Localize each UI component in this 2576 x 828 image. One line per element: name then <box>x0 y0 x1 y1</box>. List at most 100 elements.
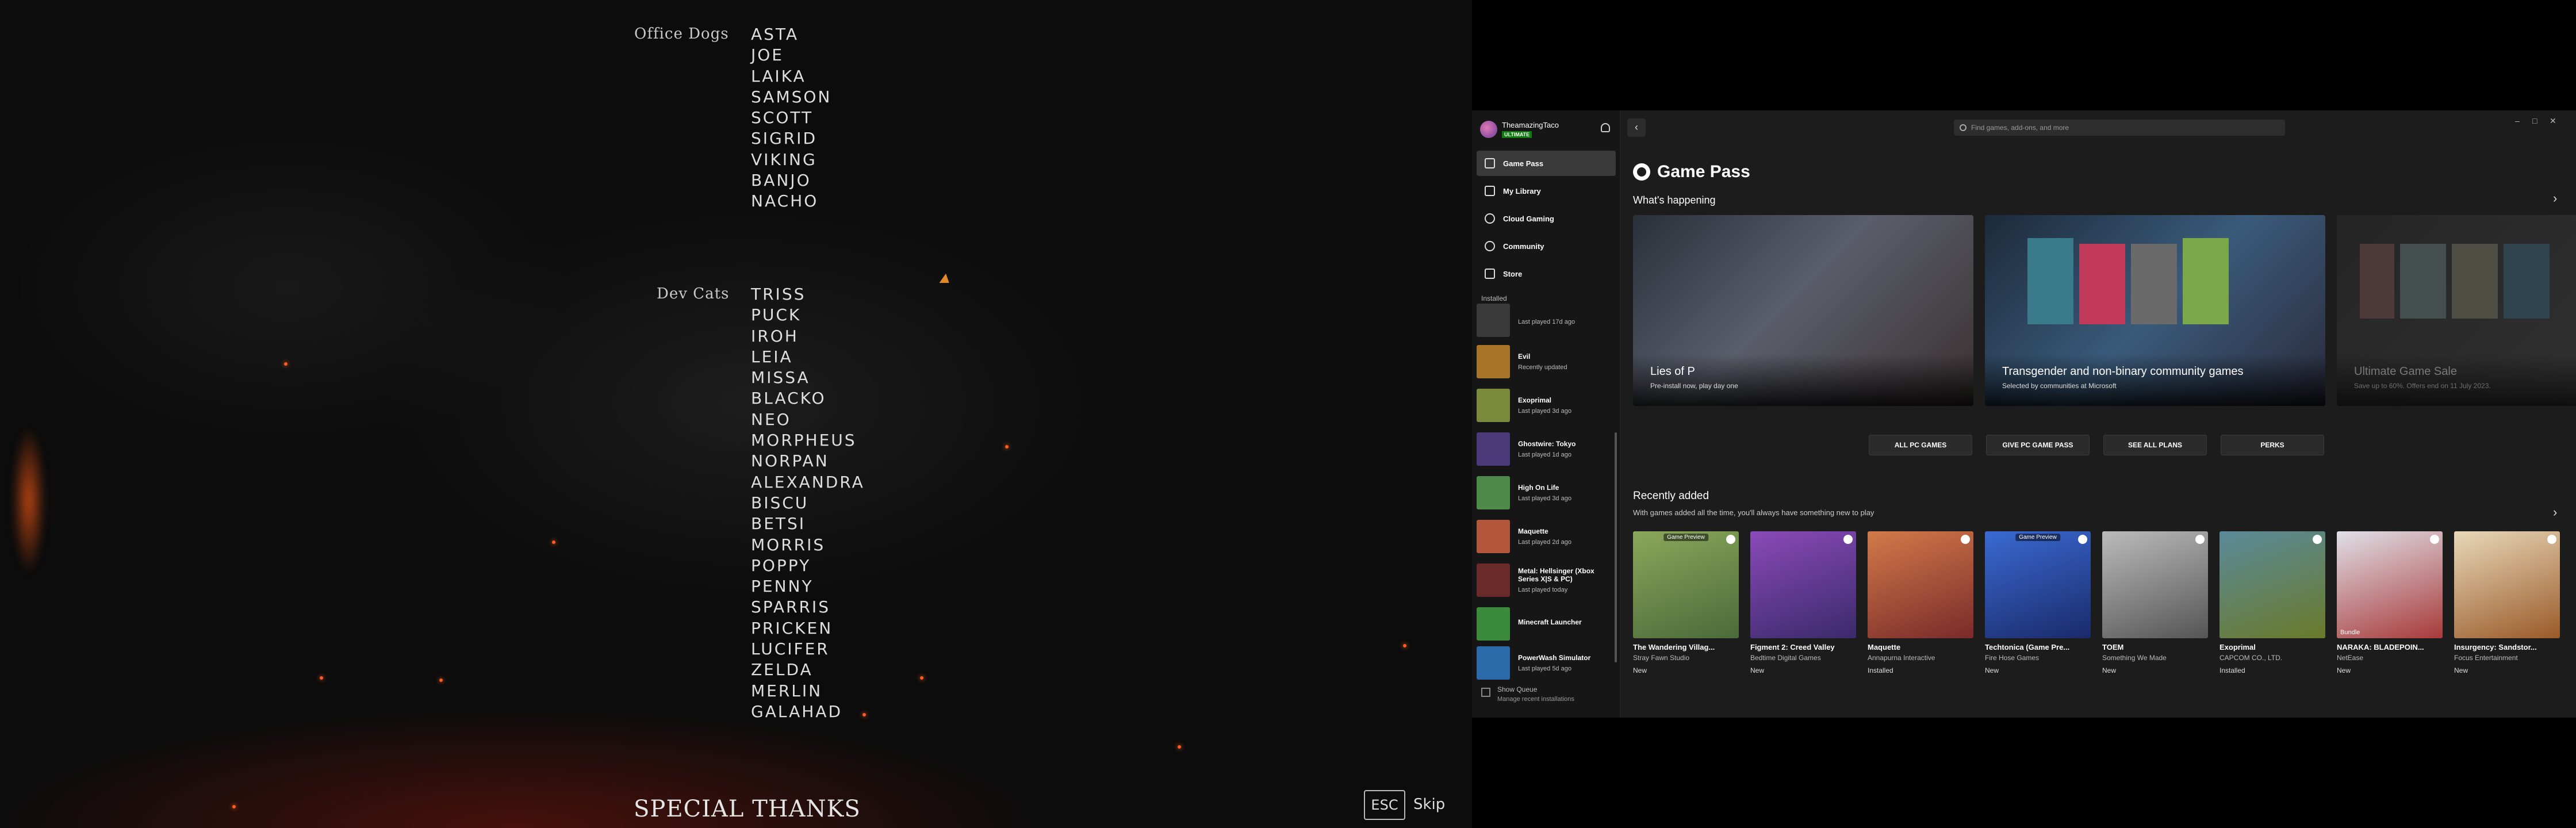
perks-button[interactable]: PERKS <box>2221 435 2324 455</box>
minimize-icon[interactable]: – <box>2515 116 2520 125</box>
nav-my-library[interactable]: My Library <box>1477 178 1616 204</box>
nav-label: Community <box>1503 241 1544 251</box>
nav-game-pass[interactable]: Game Pass <box>1477 151 1616 176</box>
recently-added-heading: Recently added <box>1633 490 1709 502</box>
installed-game[interactable]: Last played 17d ago <box>1477 300 1612 340</box>
tile-name: Insurgency: Sandstor... <box>2454 643 2537 651</box>
game-name: High On Life <box>1518 484 1559 492</box>
nav-store[interactable]: Store <box>1477 261 1616 286</box>
game-tile[interactable]: Insurgency: Sandstor... Focus Entertainm… <box>2454 531 2560 682</box>
xbox-logo-icon <box>1633 163 1650 181</box>
recently-added-subtitle: With games added all the time, you'll al… <box>1633 508 1874 517</box>
credit-name: POPPY <box>751 555 811 575</box>
credit-name: TRISS <box>751 285 806 304</box>
all-pc-games-button[interactable]: ALL PC GAMES <box>1869 435 1972 455</box>
dev-cats-heading: Dev Cats <box>657 285 730 302</box>
close-icon[interactable]: ✕ <box>2550 116 2556 126</box>
ultimate-badge: ULTIMATE <box>1502 131 1532 138</box>
tile-publisher: Bedtime Digital Games <box>1750 654 1821 662</box>
game-status: Recently updated <box>1518 364 1567 371</box>
tile-name: TOEM <box>2102 643 2124 651</box>
whats-happening-heading: What's happening <box>1633 194 1716 206</box>
chevron-right-icon[interactable]: › <box>2553 505 2557 520</box>
profile[interactable]: TheamazingTaco ULTIMATE <box>1480 118 1612 145</box>
queue-icon <box>1481 688 1490 697</box>
game-cover <box>2183 238 2229 324</box>
sidebar-scrollbar[interactable] <box>1615 432 1617 662</box>
installed-game[interactable]: Minecraft Launcher <box>1477 604 1612 644</box>
game-tile[interactable]: Figment 2: Creed Valley Bedtime Digital … <box>1750 531 1856 682</box>
game-status: Last played 2d ago <box>1518 539 1571 546</box>
game-thumbnail <box>1477 304 1510 337</box>
see-all-plans-button[interactable]: SEE ALL PLANS <box>2103 435 2207 455</box>
xbox-app-window: TheamazingTaco ULTIMATE Game Pass My Lib… <box>1472 110 2576 718</box>
back-button[interactable]: ‹ <box>1627 118 1646 137</box>
credit-name: ALEXANDRA <box>751 472 865 492</box>
credit-name: BLACKO <box>751 389 826 408</box>
tile-name: Maquette <box>1868 643 1901 651</box>
community-icon <box>1485 241 1495 251</box>
installed-game[interactable]: Metal: Hellsinger (Xbox Series X|S & PC)… <box>1477 560 1612 600</box>
game-tile[interactable]: Bundle NARAKA: BLADEPOIN... NetEase New <box>2337 531 2443 682</box>
hero-card[interactable]: Ultimate Game Sale Save up to 60%. Offer… <box>2337 215 2576 406</box>
search-input[interactable]: Find games, add-ons, and more <box>1954 120 2285 136</box>
game-tile[interactable]: Game Preview Techtonica (Game Pre... Fir… <box>1985 531 2091 682</box>
game-pass-icon <box>2313 535 2322 544</box>
tile-name: NARAKA: BLADEPOIN... <box>2337 643 2424 651</box>
installed-game[interactable]: Exoprimal Last played 3d ago <box>1477 385 1612 425</box>
game-status: Last played 17d ago <box>1518 319 1575 325</box>
avatar[interactable] <box>1480 121 1497 138</box>
hero-subtitle: Pre-install now, play day one <box>1650 382 1738 390</box>
hero-card[interactable]: Transgender and non-binary community gam… <box>1985 215 2325 406</box>
game-tile[interactable]: Exoprimal CAPCOM CO., LTD. Installed <box>2220 531 2325 682</box>
hero-subtitle: Selected by communities at Microsoft <box>2002 382 2117 390</box>
tile-publisher: NetEase <box>2337 654 2364 662</box>
game-art <box>1868 531 1973 638</box>
game-cover <box>2027 238 2073 324</box>
maximize-icon[interactable]: □ <box>2532 116 2537 125</box>
hero-card[interactable]: Lies of P Pre-install now, play day one <box>1633 215 1973 406</box>
ember <box>320 676 323 680</box>
show-queue-button[interactable]: Show Queue Manage recent installations <box>1481 685 1574 703</box>
game-credits-screen: Office Dogs ASTA JOE LAIKA SAMSON SCOTT … <box>0 0 1472 828</box>
hero-subtitle: Save up to 60%. Offers end on 11 July 20… <box>2354 382 2491 390</box>
installed-game[interactable]: Evil Recently updated <box>1477 342 1612 382</box>
tile-name: Exoprimal <box>2220 643 2256 651</box>
tile-status: Installed <box>1868 666 1893 674</box>
skip-button[interactable]: Skip <box>1413 796 1445 813</box>
bell-icon[interactable] <box>1601 123 1610 132</box>
game-cover <box>2400 244 2446 319</box>
nav-label: Cloud Gaming <box>1503 214 1554 223</box>
game-thumbnail <box>1477 646 1510 680</box>
credit-name: BANJO <box>751 171 811 190</box>
tile-status: Installed <box>2220 666 2245 674</box>
game-name: Metal: Hellsinger (Xbox Series X|S & PC) <box>1518 567 1594 583</box>
installed-game[interactable]: Maquette Last played 2d ago <box>1477 516 1612 557</box>
installed-game[interactable]: Ghostwire: Tokyo Last played 1d ago <box>1477 429 1612 469</box>
tile-status: New <box>2454 666 2468 674</box>
game-tile[interactable]: TOEM Something We Made New <box>2102 531 2208 682</box>
game-name: PowerWash Simulator <box>1518 654 1591 662</box>
ember <box>1005 445 1009 448</box>
credit-name: NORPAN <box>751 451 829 471</box>
installed-game[interactable]: High On Life Last played 3d ago <box>1477 473 1612 513</box>
credit-name: GALAHAD <box>751 702 843 721</box>
gamertag: TheamazingTaco <box>1502 121 1559 129</box>
ember <box>1178 745 1181 749</box>
library-icon <box>1485 186 1495 196</box>
give-pc-game-pass-button[interactable]: GIVE PC GAME PASS <box>1986 435 2090 455</box>
credit-name: BETSI <box>751 514 806 534</box>
esc-key-button[interactable]: ESC <box>1364 790 1405 820</box>
game-name: Evil <box>1518 352 1531 361</box>
nav-cloud-gaming[interactable]: Cloud Gaming <box>1477 206 1616 231</box>
game-tile[interactable]: Maquette Annapurna Interactive Installed <box>1868 531 1973 682</box>
installed-game[interactable]: PowerWash Simulator Last played 5d ago <box>1477 643 1612 683</box>
game-tile[interactable]: Game Preview The Wandering Villag... Str… <box>1633 531 1739 682</box>
sidebar: TheamazingTaco ULTIMATE Game Pass My Lib… <box>1472 110 1620 718</box>
credit-name: MERLIN <box>751 681 823 700</box>
chevron-right-icon[interactable]: › <box>2553 191 2557 206</box>
game-pass-icon <box>1726 535 1735 544</box>
nav-community[interactable]: Community <box>1477 233 1616 259</box>
game-cover <box>2131 244 2177 324</box>
credit-name: SAMSON <box>751 87 832 106</box>
